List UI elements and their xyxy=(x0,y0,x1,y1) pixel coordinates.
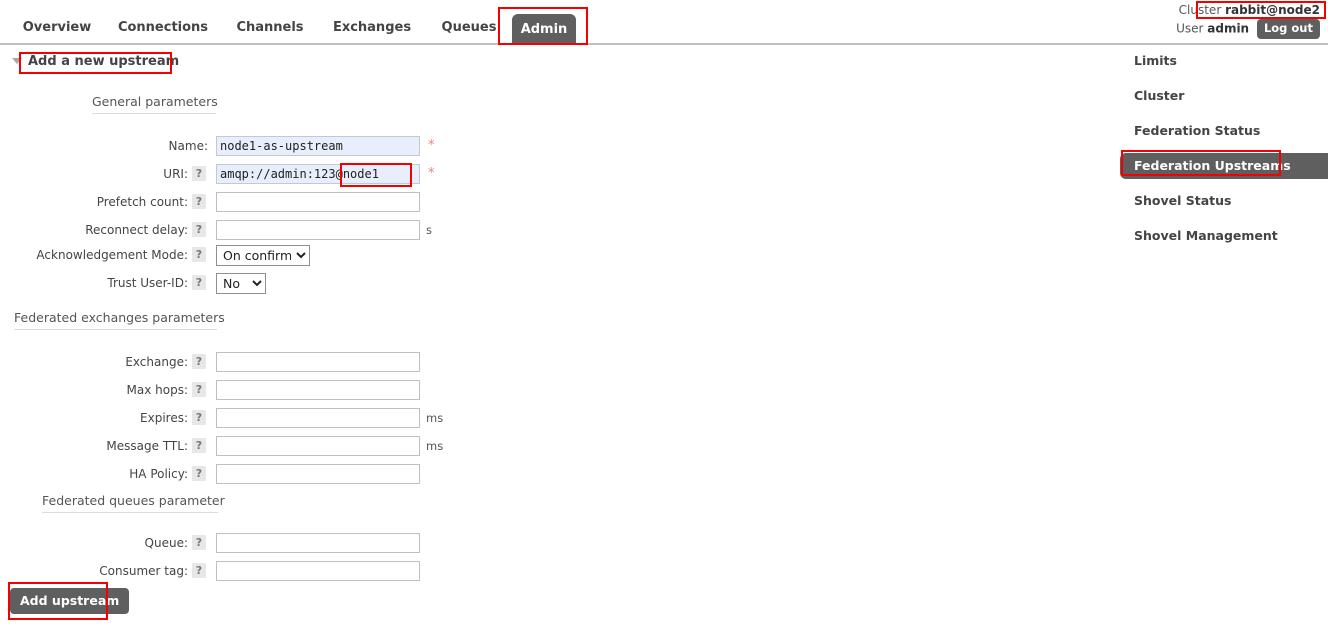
input-message-ttl[interactable] xyxy=(216,436,420,456)
nav-tab-queues[interactable]: Queues xyxy=(430,14,508,44)
input-queue[interactable] xyxy=(216,533,420,553)
input-max-hops[interactable] xyxy=(216,380,420,400)
sidebar-item-federation-upstreams[interactable]: Federation Upstreams xyxy=(1120,153,1328,179)
field-unit: s xyxy=(426,223,432,237)
help-icon[interactable]: ? xyxy=(192,247,206,262)
top-navigation-bar: Overview Connections Channels Exchanges Queu… xyxy=(0,0,1328,45)
field-label: Name: xyxy=(0,139,208,153)
field-label: Acknowledgement Mode: xyxy=(0,248,188,262)
add-new-upstream-section-header[interactable]: Add a new upstream xyxy=(12,54,179,74)
form-row: URI:? * xyxy=(0,164,600,186)
help-icon[interactable]: ? xyxy=(192,166,206,181)
add-upstream-button[interactable]: Add upstream xyxy=(10,588,129,614)
input-uri[interactable] xyxy=(216,164,420,184)
field-label: Trust User-ID: xyxy=(0,276,188,290)
help-icon[interactable]: ? xyxy=(192,535,206,550)
nav-tab-overview[interactable]: Overview xyxy=(14,14,100,44)
field-label: HA Policy: xyxy=(0,467,188,481)
help-icon[interactable]: ? xyxy=(192,275,206,290)
user-name: admin xyxy=(1207,22,1249,36)
input-prefetch-count[interactable] xyxy=(216,192,420,212)
select-trust-user-id[interactable]: No xyxy=(216,273,266,294)
field-label: Reconnect delay: xyxy=(0,223,188,237)
sidebar-item-label: Shovel Management xyxy=(1134,228,1278,243)
nav-tab-channels[interactable]: Channels xyxy=(226,14,314,44)
form-row: Trust User-ID:? No xyxy=(0,273,600,295)
sidebar-item-label: Limits xyxy=(1134,53,1177,68)
sidebar-item-label: Federation Status xyxy=(1134,123,1260,138)
input-expires[interactable] xyxy=(216,408,420,428)
field-label: Expires: xyxy=(0,411,188,425)
sidebar-item-label: Shovel Status xyxy=(1134,193,1231,208)
nav-tab-exchanges[interactable]: Exchanges xyxy=(322,14,422,44)
help-icon[interactable]: ? xyxy=(192,438,206,453)
input-reconnect-delay[interactable] xyxy=(216,220,420,240)
sidebar-item-cluster[interactable]: Cluster xyxy=(1120,83,1328,109)
cluster-line: Cluster rabbit@node2 xyxy=(1176,2,1320,19)
required-asterisk: * xyxy=(428,138,435,153)
help-icon[interactable]: ? xyxy=(192,382,206,397)
help-icon[interactable]: ? xyxy=(192,354,206,369)
sidebar-item-shovel-status[interactable]: Shovel Status xyxy=(1120,188,1328,214)
section-heading: Federated queues parameter xyxy=(42,493,218,513)
input-consumer-tag[interactable] xyxy=(216,561,420,581)
section-heading: Federated exchanges parameters xyxy=(14,310,217,330)
section-header-label: Add a new upstream xyxy=(28,54,179,69)
user-status-bar: Cluster rabbit@node2 User admin Log out xyxy=(1176,2,1320,39)
form-row: Max hops:? xyxy=(0,380,600,402)
user-line: User admin Log out xyxy=(1176,19,1320,39)
input-exchange[interactable] xyxy=(216,352,420,372)
section-heading: General parameters xyxy=(92,94,216,114)
form-row: Name: * xyxy=(0,136,600,158)
help-icon[interactable]: ? xyxy=(192,194,206,209)
required-asterisk: * xyxy=(428,166,435,181)
form-row: Message TTL:? ms xyxy=(0,436,600,458)
field-label: Exchange: xyxy=(0,355,188,369)
form-row: Reconnect delay:? s xyxy=(0,220,600,242)
form-row: Expires:? ms xyxy=(0,408,600,430)
field-label: Queue: xyxy=(0,536,188,550)
form-row: Exchange:? xyxy=(0,352,600,374)
field-label: Message TTL: xyxy=(0,439,188,453)
field-unit: ms xyxy=(426,439,443,453)
user-label: User xyxy=(1176,22,1203,36)
input-name[interactable] xyxy=(216,136,420,156)
help-icon[interactable]: ? xyxy=(192,410,206,425)
form-row: Consumer tag:? xyxy=(0,561,600,583)
input-ha-policy[interactable] xyxy=(216,464,420,484)
sidebar-item-federation-status[interactable]: Federation Status xyxy=(1120,118,1328,144)
nav-tab-connections[interactable]: Connections xyxy=(108,14,218,44)
help-icon[interactable]: ? xyxy=(192,222,206,237)
select-acknowledgement-mode[interactable]: On confirm xyxy=(216,245,310,266)
field-label: URI: xyxy=(0,167,188,181)
cluster-label: Cluster xyxy=(1179,3,1222,17)
help-icon[interactable]: ? xyxy=(192,563,206,578)
sidebar-item-label: Federation Upstreams xyxy=(1134,158,1291,173)
sidebar-item-label: Cluster xyxy=(1134,88,1184,103)
form-row: Queue:? xyxy=(0,533,600,555)
field-label: Consumer tag: xyxy=(0,564,188,578)
field-label: Max hops: xyxy=(0,383,188,397)
cluster-name: rabbit@node2 xyxy=(1225,3,1320,17)
field-unit: ms xyxy=(426,411,443,425)
nav-tab-admin[interactable]: Admin xyxy=(512,14,576,44)
sidebar-item-shovel-management[interactable]: Shovel Management xyxy=(1120,223,1328,249)
form-row: HA Policy:? xyxy=(0,464,600,486)
log-out-button[interactable]: Log out xyxy=(1257,19,1320,39)
form-row: Acknowledgement Mode:? On confirm xyxy=(0,245,600,267)
sidebar-item-limits[interactable]: Limits xyxy=(1120,48,1328,74)
chevron-down-icon[interactable] xyxy=(12,58,22,64)
form-row: Prefetch count:? xyxy=(0,192,600,214)
help-icon[interactable]: ? xyxy=(192,466,206,481)
field-label: Prefetch count: xyxy=(0,195,188,209)
